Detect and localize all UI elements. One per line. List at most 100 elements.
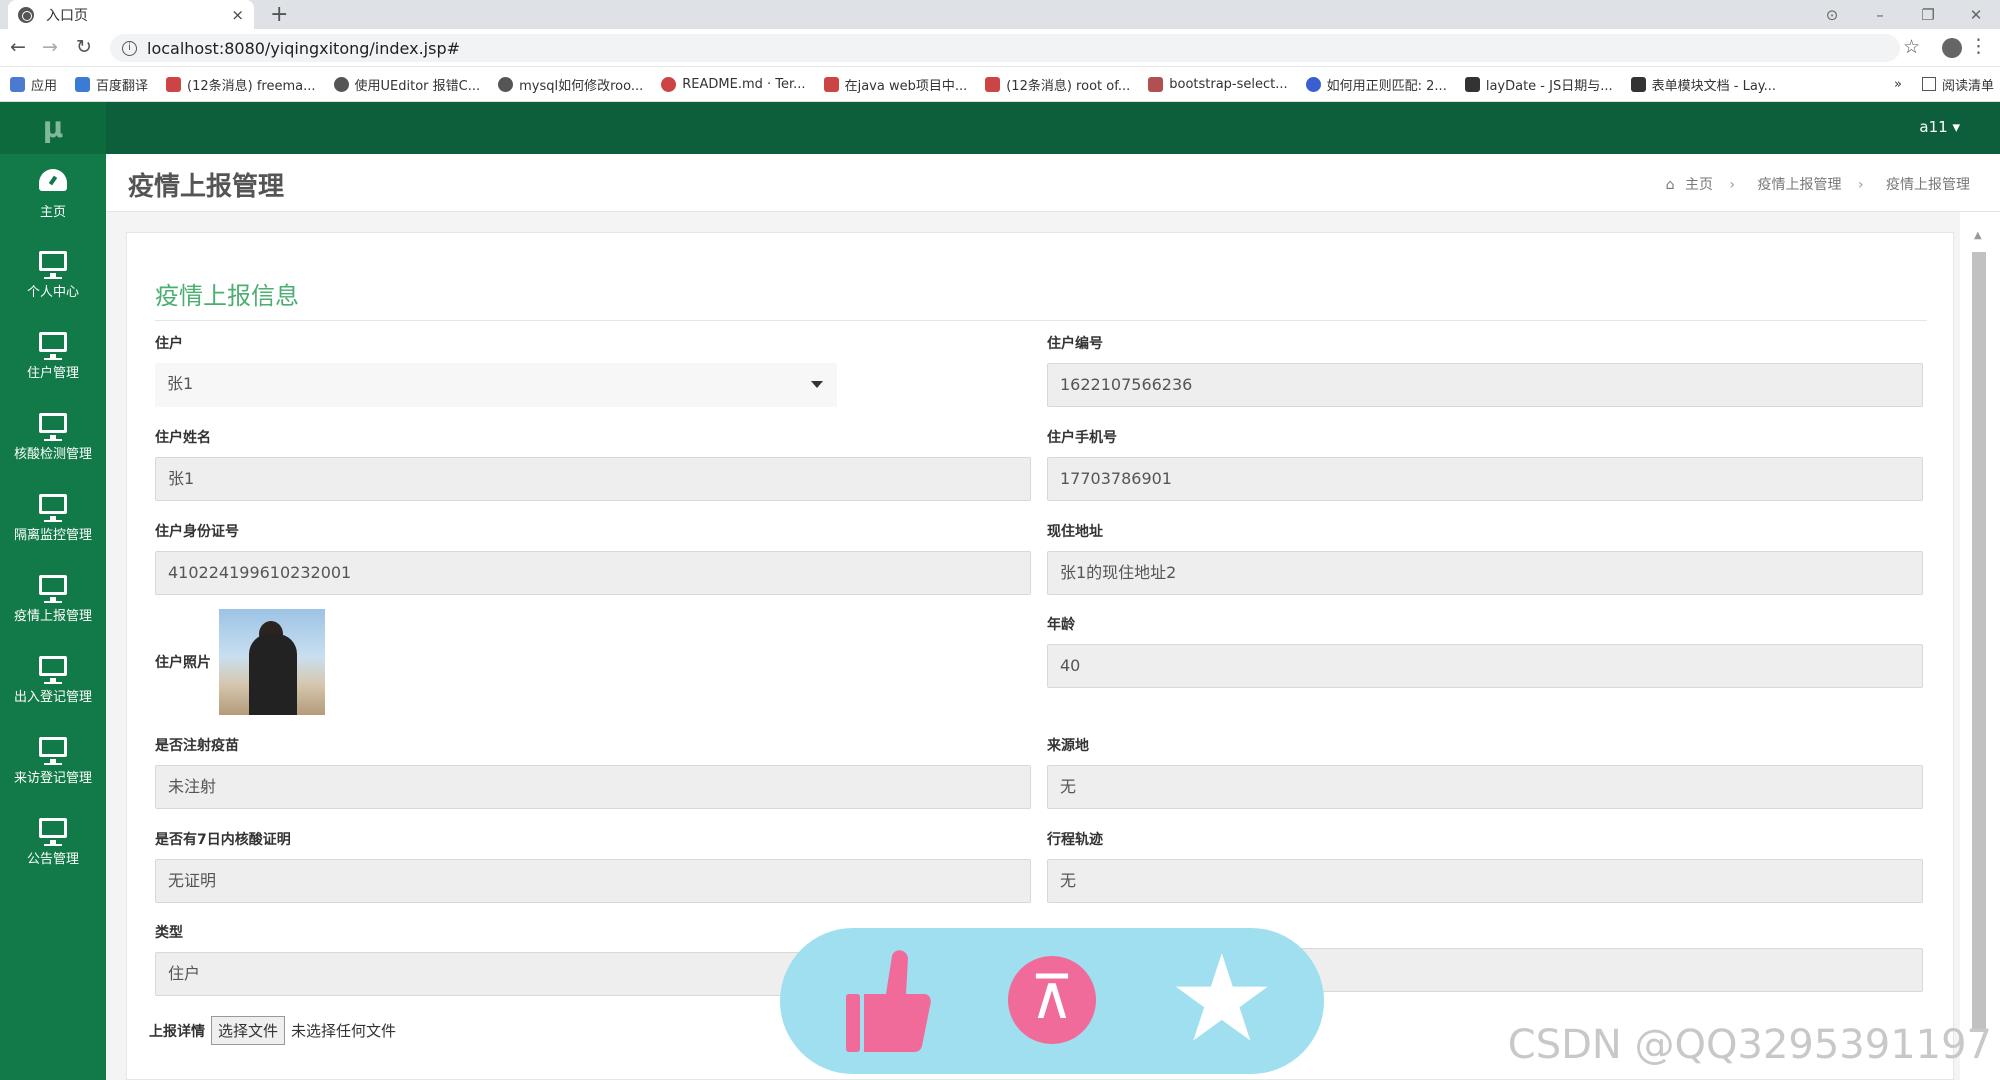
- close-window-button[interactable]: ✕: [1952, 6, 2000, 24]
- sidebar-item-access-log[interactable]: 出入登记管理: [0, 640, 106, 721]
- sidebar-item-label: 公告管理: [26, 852, 79, 867]
- bookmark-item[interactable]: 如何用正则匹配: 2...: [1305, 75, 1447, 94]
- choose-file-button[interactable]: 选择文件: [211, 1016, 286, 1045]
- nucleic-proof-field: 是否有7日内核酸证明 无证明: [155, 829, 1031, 903]
- monitor-icon: [39, 818, 67, 846]
- breadcrumb-home[interactable]: 主页: [1685, 177, 1713, 193]
- reload-icon[interactable]: ↻: [76, 36, 92, 58]
- url-input[interactable]: i localhost:8080/yiqingxitong/index.jsp#: [110, 34, 1900, 62]
- globe-icon: [18, 6, 34, 23]
- monitor-icon: [39, 413, 67, 441]
- minimize-button[interactable]: –: [1856, 6, 1904, 24]
- nucleic-proof-label: 是否有7日内核酸证明: [155, 832, 291, 848]
- address-input[interactable]: 张1的现住地址2: [1047, 551, 1923, 595]
- csdn-icon: [166, 76, 182, 92]
- sidebar-item-label: 来访登记管理: [13, 771, 92, 786]
- sidebar-item-label: 主页: [39, 205, 66, 220]
- phone-input[interactable]: 17703786901: [1047, 457, 1923, 501]
- monitor-icon: [39, 494, 67, 522]
- bookmark-item[interactable]: README.md · Ter...: [661, 76, 806, 92]
- breadcrumb-section[interactable]: 疫情上报管理: [1757, 177, 1841, 193]
- profile-menu-icon[interactable]: ⊙: [1808, 6, 1856, 24]
- user-menu[interactable]: a11 ▾: [1919, 118, 1960, 136]
- profile-avatar-icon[interactable]: [1942, 38, 1962, 58]
- origin-input[interactable]: 无: [1047, 765, 1923, 809]
- new-tab-button[interactable]: +: [270, 2, 288, 27]
- origin-field: 来源地 无: [1047, 735, 1923, 809]
- thumbs-up-icon[interactable]: [846, 948, 932, 1052]
- sidebar-item-epidemic-report[interactable]: 疫情上报管理: [0, 559, 106, 640]
- itinerary-input[interactable]: 无: [1047, 859, 1923, 903]
- sidebar-item-label: 核酸检测管理: [13, 447, 92, 462]
- browser-menu-icon[interactable]: ⋮: [1969, 35, 1988, 57]
- site-info-icon[interactable]: i: [122, 40, 137, 56]
- bookmark-item[interactable]: 在java web项目中...: [823, 75, 967, 94]
- sidebar-item-nucleic-tests[interactable]: 核酸检测管理: [0, 397, 106, 478]
- scrollbar-thumb[interactable]: [1972, 252, 1986, 1030]
- name-input[interactable]: 张1: [155, 457, 1031, 501]
- photo-label: 住户照片: [155, 655, 211, 671]
- monitor-icon: [39, 575, 67, 603]
- bookmark-item[interactable]: 使用UEditor 报错C...: [333, 75, 480, 94]
- cnblogs-icon: [1148, 76, 1164, 92]
- id-card-label: 住户身份证号: [155, 524, 239, 540]
- bookmarks-overflow: » 阅读清单: [1894, 67, 1994, 101]
- vaccinated-input[interactable]: 未注射: [155, 765, 1031, 809]
- gitee-icon: [661, 76, 677, 92]
- sidebar-item-label: 疫情上报管理: [13, 609, 92, 624]
- resident-select[interactable]: 张1: [155, 363, 837, 407]
- itinerary-label: 行程轨迹: [1047, 832, 1103, 848]
- reading-list-button[interactable]: 阅读清单: [1942, 75, 1994, 94]
- sidebar-item-notices[interactable]: 公告管理: [0, 802, 106, 883]
- bookmark-star-icon[interactable]: ☆: [1903, 36, 1920, 58]
- breadcrumb-current: 疫情上报管理: [1886, 177, 1970, 193]
- monitor-icon: [39, 737, 67, 765]
- scrollbar[interactable]: ▲: [1972, 230, 1986, 1030]
- coin-icon[interactable]: ⊼: [1008, 956, 1096, 1044]
- sidebar: μ 主页 个人中心 住户管理 核酸检测管理 隔离监控管理 疫情上报管理 出入登记…: [0, 102, 106, 1080]
- address-bar: ← → ↻ i localhost:8080/yiqingxitong/inde…: [0, 29, 2000, 67]
- sidebar-item-label: 隔离监控管理: [13, 528, 92, 543]
- bookmark-apps[interactable]: 应用: [10, 75, 57, 94]
- bookmark-item[interactable]: mysql如何修改roo...: [498, 75, 643, 94]
- vaccinated-label: 是否注射疫苗: [155, 738, 239, 754]
- bookmark-item[interactable]: 表单模块文档 - Lay...: [1630, 75, 1776, 94]
- resident-photo: [219, 609, 325, 715]
- scroll-up-icon[interactable]: ▲: [1974, 230, 1982, 241]
- bookmark-item[interactable]: bootstrap-select...: [1148, 76, 1288, 92]
- nucleic-proof-input[interactable]: 无证明: [155, 859, 1031, 903]
- resident-no-field: 住户编号 1622107566236: [1047, 333, 1923, 407]
- phone-field: 住户手机号 17703786901: [1047, 427, 1923, 501]
- bookmark-item[interactable]: layDate - JS日期与...: [1464, 75, 1613, 94]
- url-text: localhost:8080/yiqingxitong/index.jsp#: [147, 38, 460, 58]
- favorite-star-icon[interactable]: ★: [1168, 930, 1276, 1070]
- sidebar-item-home[interactable]: 主页: [0, 154, 106, 235]
- name-field: 住户姓名 张1: [155, 427, 1031, 501]
- sidebar-item-visitor-log[interactable]: 来访登记管理: [0, 721, 106, 802]
- restore-button[interactable]: ❐: [1904, 6, 1952, 24]
- sidebar-item-label: 出入登记管理: [13, 690, 92, 705]
- age-field: 年龄 40: [1047, 614, 1923, 688]
- tab-close-icon[interactable]: ×: [231, 6, 244, 24]
- sidebar-item-residents[interactable]: 住户管理: [0, 316, 106, 397]
- bookmark-item[interactable]: (12条消息) freema...: [166, 75, 316, 94]
- resident-no-input[interactable]: 1622107566236: [1047, 363, 1923, 407]
- bookmark-item[interactable]: 百度翻译: [75, 75, 148, 94]
- vaccinated-field: 是否注射疫苗 未注射: [155, 735, 1031, 809]
- page-title: 疫情上报管理: [128, 172, 285, 202]
- back-icon[interactable]: ←: [10, 36, 26, 58]
- bookmark-item[interactable]: (12条消息) root of...: [985, 75, 1130, 94]
- app-logo[interactable]: μ: [0, 102, 106, 154]
- sidebar-item-personal-center[interactable]: 个人中心: [0, 235, 106, 316]
- address-field: 现住地址 张1的现住地址2: [1047, 521, 1923, 595]
- id-card-input[interactable]: 410224199610232001: [155, 551, 1031, 595]
- home-icon: ⌂: [1665, 177, 1675, 193]
- age-input[interactable]: 40: [1047, 644, 1923, 688]
- browser-tab-strip: 入口页 × + ⊙ – ❐ ✕: [0, 0, 2000, 29]
- top-navbar: a11 ▾: [106, 102, 2000, 154]
- forward-icon[interactable]: →: [42, 36, 58, 58]
- sidebar-item-isolation[interactable]: 隔离监控管理: [0, 478, 106, 559]
- browser-tab[interactable]: 入口页 ×: [8, 0, 254, 29]
- sidebar-item-label: 个人中心: [26, 285, 79, 300]
- more-bookmarks-button[interactable]: »: [1894, 77, 1902, 92]
